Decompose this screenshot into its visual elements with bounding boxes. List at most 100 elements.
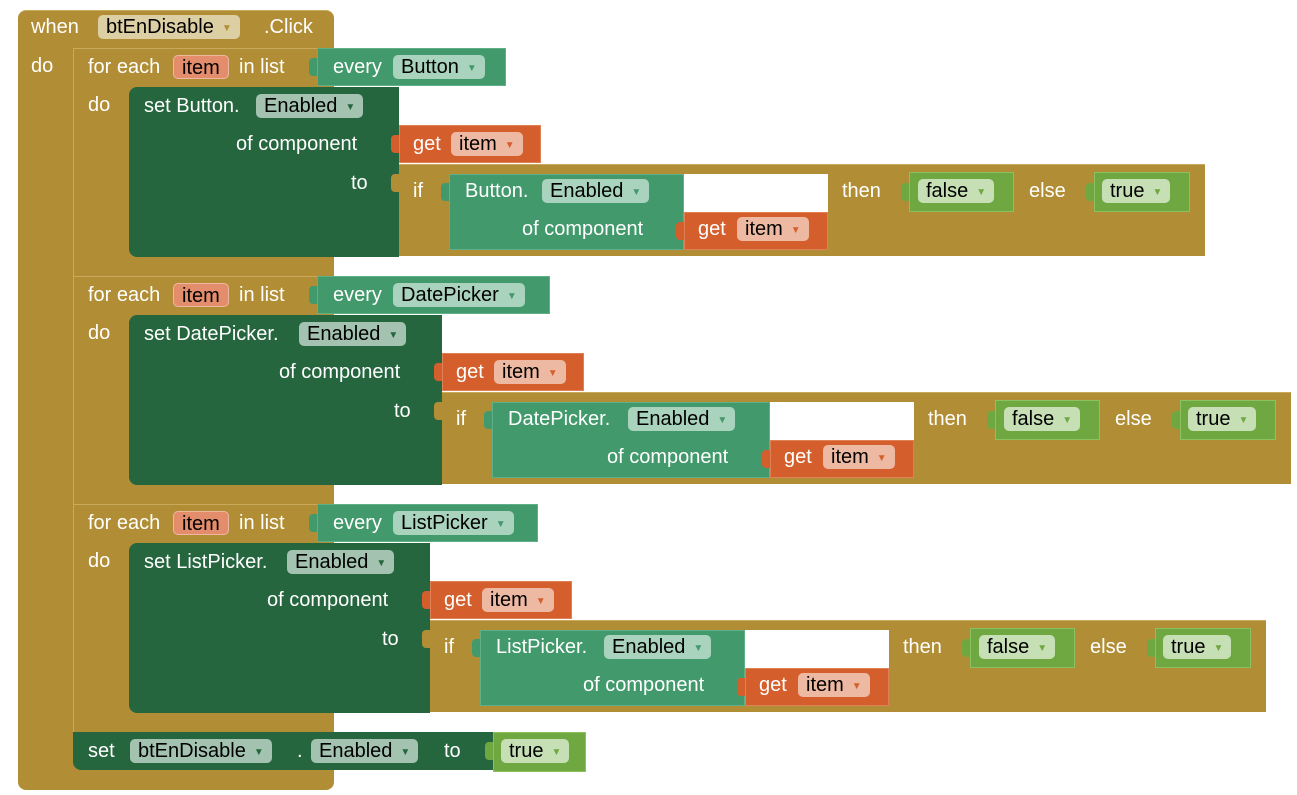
getter-property-dropdown[interactable]: Enabled ▼ xyxy=(542,179,650,203)
dropdown-arrow-icon: ▼ xyxy=(693,643,704,654)
if-block-gap xyxy=(684,174,828,212)
property-name: Enabled xyxy=(307,323,381,345)
final-set-label: set xyxy=(88,740,115,762)
get-variable-dropdown[interactable]: item ▼ xyxy=(451,132,523,156)
final-boolean-value: true xyxy=(509,740,544,762)
dropdown-arrow-icon: ▼ xyxy=(1213,643,1224,654)
event-component-dropdown[interactable]: btEnDisable ▼ xyxy=(98,15,240,39)
get-variable-dropdown[interactable]: item ▼ xyxy=(482,588,554,612)
getter-get-dropdown[interactable]: item ▼ xyxy=(823,445,895,469)
final-boolean-dropdown[interactable]: true ▼ xyxy=(501,739,570,763)
then-value: false xyxy=(987,636,1030,658)
then-boolean-dropdown[interactable]: false ▼ xyxy=(1004,407,1081,431)
else-label: else xyxy=(1115,408,1152,430)
final-dot-label: . xyxy=(297,740,303,762)
set-property-dropdown[interactable]: Enabled ▼ xyxy=(299,322,407,346)
final-component-dropdown[interactable]: btEnDisable ▼ xyxy=(130,739,272,763)
else-plug xyxy=(1172,411,1180,429)
then-plug xyxy=(987,411,995,429)
getter-property-dropdown[interactable]: Enabled ▼ xyxy=(604,635,712,659)
getter-of-component-label: of component xyxy=(522,218,644,240)
dropdown-arrow-icon: ▼ xyxy=(253,747,264,758)
getter-get-dropdown[interactable]: item ▼ xyxy=(798,673,870,697)
getter-label: DatePicker. xyxy=(508,408,611,430)
if-label: if xyxy=(444,636,454,658)
dropdown-arrow-icon: ▼ xyxy=(551,747,562,758)
loop-do-label: do xyxy=(88,550,111,572)
else-label: else xyxy=(1090,636,1127,658)
getter-get-plug xyxy=(737,678,745,696)
dropdown-arrow-icon: ▼ xyxy=(506,291,517,302)
getter-get-var-name: item xyxy=(806,674,844,696)
getter-get-label: get xyxy=(698,218,726,240)
dropdown-arrow-icon: ▼ xyxy=(388,330,399,341)
dropdown-arrow-icon: ▼ xyxy=(221,23,232,34)
every-component-dropdown[interactable]: Button ▼ xyxy=(393,55,485,79)
else-boolean-dropdown[interactable]: true ▼ xyxy=(1163,635,1232,659)
getter-get-dropdown[interactable]: item ▼ xyxy=(737,217,809,241)
else-plug xyxy=(1147,639,1155,657)
every-block-plug xyxy=(309,58,317,76)
dropdown-arrow-icon: ▼ xyxy=(495,519,506,530)
of-component-label: of component xyxy=(279,361,401,383)
dropdown-arrow-icon: ▼ xyxy=(547,368,558,379)
component-type-name: Button xyxy=(401,56,459,78)
else-boolean-dropdown[interactable]: true ▼ xyxy=(1188,407,1257,431)
dropdown-arrow-icon: ▼ xyxy=(400,747,411,758)
when-label: when xyxy=(31,16,79,38)
else-plug xyxy=(1086,183,1094,201)
do-label: do xyxy=(31,55,54,77)
set-label: set DatePicker. xyxy=(144,323,279,345)
event-name-label: .Click xyxy=(264,16,313,38)
of-component-label: of component xyxy=(267,589,389,611)
get-label: get xyxy=(456,361,484,383)
getter-get-label: get xyxy=(784,446,812,468)
if-block-plug xyxy=(391,174,399,192)
every-block-plug xyxy=(309,514,317,532)
in-list-label: in list xyxy=(239,284,285,306)
dropdown-arrow-icon: ▼ xyxy=(1152,187,1163,198)
loop-var-name: item xyxy=(182,285,220,307)
getter-plug xyxy=(484,411,492,429)
loop-var-name: item xyxy=(182,513,220,535)
getter-label: Button. xyxy=(465,180,529,202)
then-boolean-dropdown[interactable]: false ▼ xyxy=(918,179,995,203)
loop-var-field[interactable]: item xyxy=(173,55,229,79)
every-component-dropdown[interactable]: DatePicker ▼ xyxy=(393,283,525,307)
loop-var-field[interactable]: item xyxy=(173,511,229,535)
final-property-dropdown[interactable]: Enabled ▼ xyxy=(311,739,419,763)
dropdown-arrow-icon: ▼ xyxy=(976,187,987,198)
get-block-plug xyxy=(422,591,430,609)
getter-property-dropdown[interactable]: Enabled ▼ xyxy=(628,407,736,431)
then-boolean-dropdown[interactable]: false ▼ xyxy=(979,635,1056,659)
getter-plug xyxy=(441,183,449,201)
loop-var-field[interactable]: item xyxy=(173,283,229,307)
then-value: false xyxy=(926,180,969,202)
for-each-label: for each xyxy=(88,56,161,78)
every-component-dropdown[interactable]: ListPicker ▼ xyxy=(393,511,514,535)
to-label: to xyxy=(351,172,368,194)
getter-get-var-name: item xyxy=(831,446,869,468)
set-property-dropdown[interactable]: Enabled ▼ xyxy=(256,94,364,118)
dropdown-arrow-icon: ▼ xyxy=(876,453,887,464)
else-boolean-dropdown[interactable]: true ▼ xyxy=(1102,179,1171,203)
final-to-label: to xyxy=(444,740,461,762)
getter-label: ListPicker. xyxy=(496,636,588,658)
dropdown-arrow-icon: ▼ xyxy=(1062,415,1073,426)
getter-of-component-label: of component xyxy=(583,674,705,696)
get-block-plug xyxy=(434,363,442,381)
final-property-name: Enabled xyxy=(319,740,393,762)
then-plug xyxy=(901,183,909,201)
of-component-label: of component xyxy=(236,133,358,155)
loop-do-label: do xyxy=(88,94,111,116)
getter-get-label: get xyxy=(759,674,787,696)
set-property-dropdown[interactable]: Enabled ▼ xyxy=(287,550,395,574)
to-label: to xyxy=(382,628,399,650)
get-variable-name: item xyxy=(490,589,528,611)
get-variable-dropdown[interactable]: item ▼ xyxy=(494,360,566,384)
set-label: set ListPicker. xyxy=(144,551,268,573)
if-label: if xyxy=(456,408,466,430)
final-component-name: btEnDisable xyxy=(138,740,246,762)
property-name: Enabled xyxy=(295,551,369,573)
else-label: else xyxy=(1029,180,1066,202)
